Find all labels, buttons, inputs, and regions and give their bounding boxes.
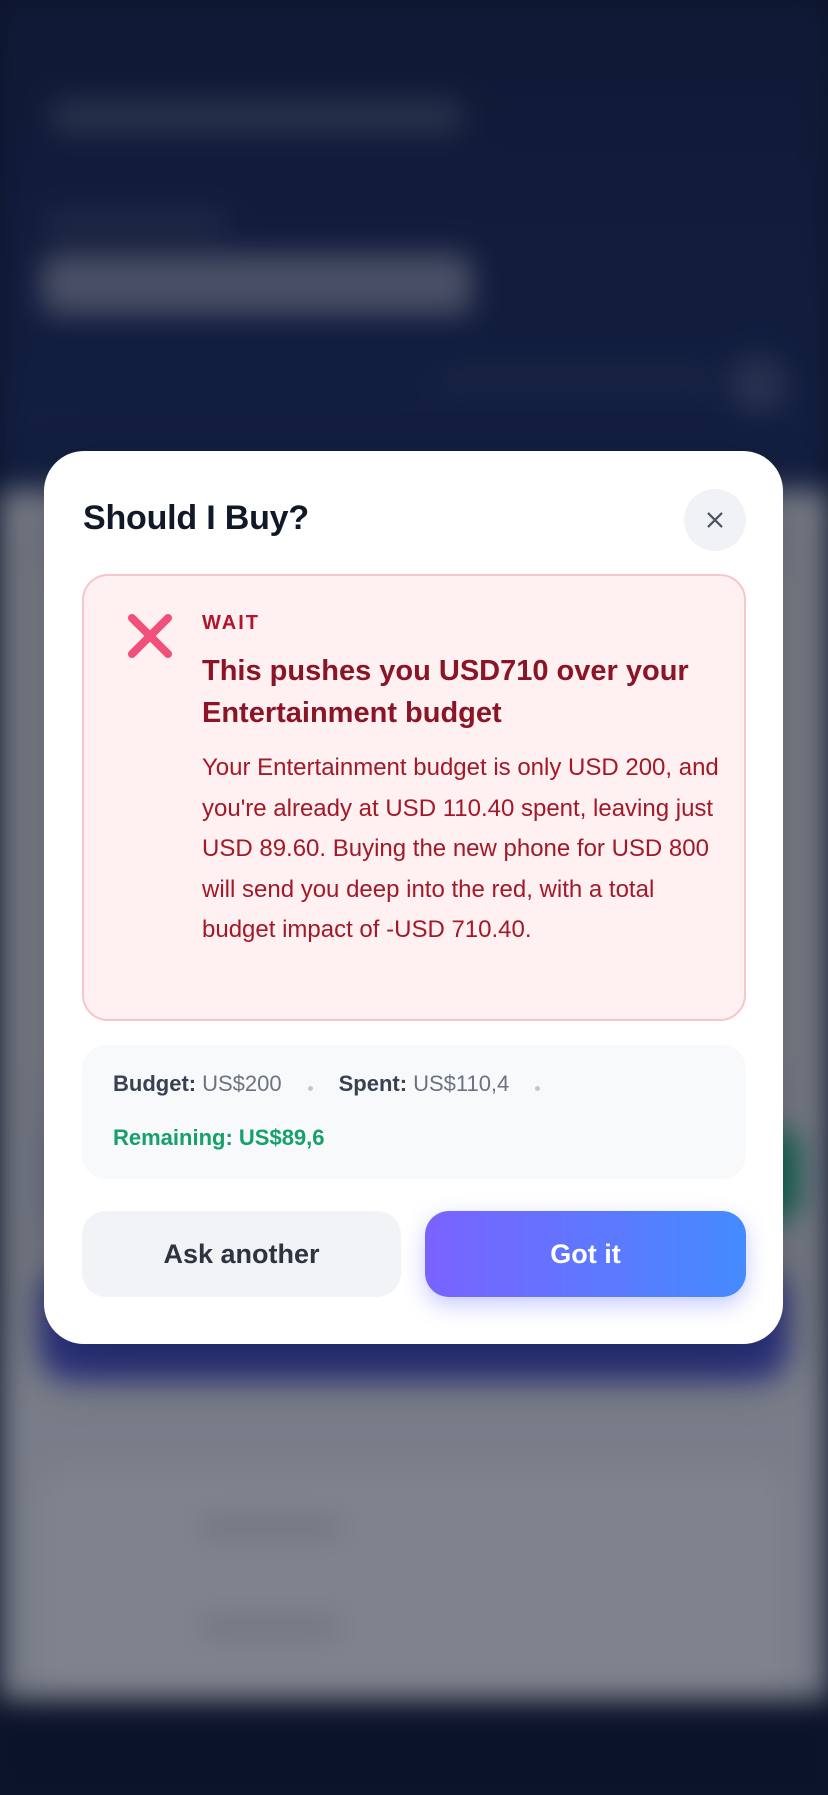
close-icon — [707, 512, 723, 528]
warning-alert: WAIT This pushes you USD710 over your En… — [82, 574, 746, 1021]
alert-label: WAIT — [202, 612, 260, 634]
modal-title: Should I Buy? — [83, 499, 309, 537]
separator-dot — [307, 1085, 313, 1091]
remaining-value: Remaining: US$89,6 — [113, 1125, 325, 1150]
close-button[interactable] — [684, 489, 746, 551]
spent-label: Spent: — [338, 1071, 408, 1096]
budget-label: Budget: — [113, 1071, 197, 1096]
alert-body: Your Entertainment budget is only USD 20… — [202, 754, 719, 943]
budget-summary: Budget: US$200 Spent: US$110,4 Remaining… — [82, 1045, 746, 1179]
alert-headline: This pushes you USD710 over your Enterta… — [202, 655, 689, 729]
spent-value: US$110,4 — [413, 1071, 510, 1096]
budget-stats-row: Budget: US$200 Spent: US$110,4 — [113, 1071, 566, 1097]
x-mark-icon — [128, 614, 172, 658]
screen: Should I Buy? WAIT This pushes you USD71… — [0, 0, 828, 1795]
got-it-button[interactable]: Got it — [425, 1211, 746, 1297]
ask-another-button[interactable]: Ask another — [82, 1211, 401, 1297]
should-i-buy-modal: Should I Buy? WAIT This pushes you USD71… — [44, 451, 783, 1344]
separator-dot — [535, 1085, 541, 1091]
budget-value: US$200 — [202, 1071, 282, 1096]
